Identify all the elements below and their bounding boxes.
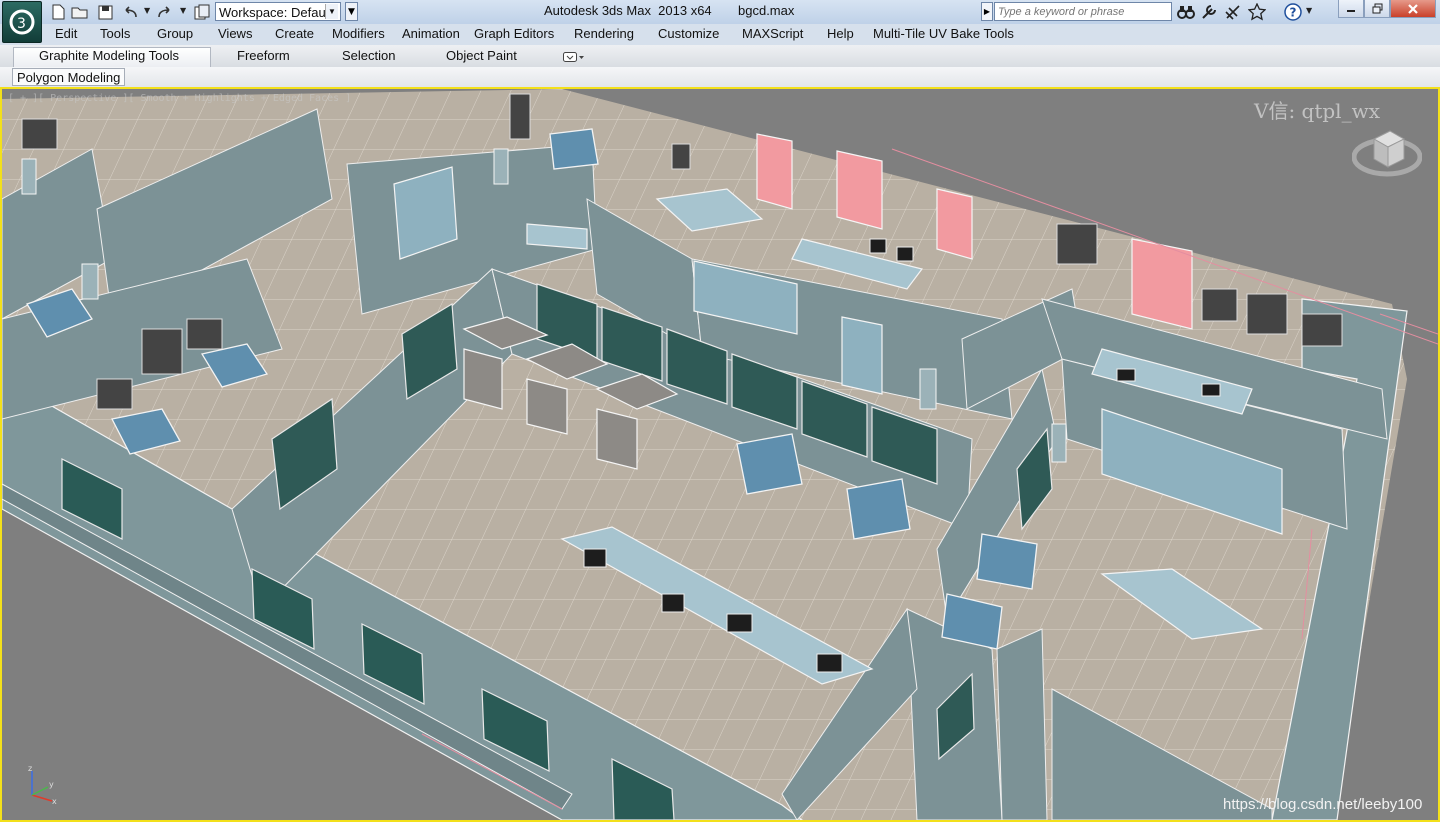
restore-icon[interactable] [1364,0,1390,18]
workspace-select[interactable]: Workspace: Default ▼ [215,2,341,21]
menu-create[interactable]: Create [275,26,314,41]
project-folder-icon[interactable] [192,3,212,21]
menu-views[interactable]: Views [218,26,252,41]
svg-text:?: ? [1290,6,1297,20]
menu-bar: Edit Tools Group Views Create Modifiers … [0,24,1440,46]
title-bar: 3 ▼ ▼ Workspace: Default ▼ ▼ Autodesk 3d… [0,0,1440,43]
ribbon-options-icon[interactable] [563,50,585,63]
minimize-icon[interactable] [1338,0,1364,18]
svg-text:3: 3 [17,16,26,32]
app-logo-icon[interactable]: 3 [2,1,42,43]
tab-freeform[interactable]: Freeform [237,48,290,63]
menu-customize[interactable]: Customize [658,26,719,41]
source-credit: https://blog.csdn.net/leeby100 [1223,796,1423,813]
menu-graph-editors[interactable]: Graph Editors [474,26,554,41]
menu-maxscript[interactable]: MAXScript [742,26,803,41]
ribbon-panel-bar: Polygon Modeling [0,67,1440,88]
scene-wireframe [2,89,1438,820]
close-icon[interactable] [1390,0,1436,18]
file-name: bgcd.max [738,3,795,18]
menu-tools[interactable]: Tools [100,26,130,41]
menu-modifiers[interactable]: Modifiers [332,26,385,41]
menu-help[interactable]: Help [827,26,854,41]
star-icon[interactable] [1248,3,1266,21]
undo-icon[interactable] [120,3,140,21]
open-file-icon[interactable] [70,3,90,21]
redo-icon[interactable] [155,3,175,21]
workspace-label: Workspace: Default [219,5,333,20]
workspace-menu-button[interactable]: ▼ [345,2,358,21]
chevron-down-icon[interactable]: ▼ [325,4,338,19]
tab-graphite-modeling-tools[interactable]: Graphite Modeling Tools [39,48,179,63]
menu-rendering[interactable]: Rendering [574,26,634,41]
help-dropdown-arrow[interactable]: ▼ [1306,6,1312,15]
axis-y-label: y [49,780,54,789]
search-expand-button[interactable]: ▶ [981,2,993,21]
ribbon-tabs: Graphite Modeling Tools Freeform Selecti… [0,45,1440,67]
undo-dropdown-arrow[interactable]: ▼ [144,6,150,15]
axis-x-label: x [52,797,57,805]
tab-object-paint[interactable]: Object Paint [446,48,517,63]
redo-dropdown-arrow[interactable]: ▼ [180,6,186,15]
viewcube-icon[interactable] [1351,119,1423,183]
menu-group[interactable]: Group [157,26,193,41]
save-icon[interactable] [95,3,115,21]
perspective-viewport[interactable]: [ + ][ Perspective ][ Smooth + Highlight… [0,87,1440,822]
menu-animation[interactable]: Animation [402,26,460,41]
axis-z-label: z [28,765,32,773]
satellite-icon[interactable] [1224,3,1242,21]
menu-multi-tile-uv-bake-tools[interactable]: Multi-Tile UV Bake Tools [873,26,1014,41]
help-icon[interactable]: ? [1284,3,1302,21]
search-input[interactable] [994,2,1172,21]
viewport-label[interactable]: [ + ][ Perspective ][ Smooth + Highlight… [8,93,351,104]
app-title: Autodesk 3ds Max 2013 x64 [544,3,712,18]
panel-polygon-modeling[interactable]: Polygon Modeling [12,68,126,86]
tools-icon[interactable] [1200,3,1218,21]
tab-selection[interactable]: Selection [342,48,395,63]
new-file-icon[interactable] [48,3,68,21]
menu-edit[interactable]: Edit [55,26,77,41]
axis-tripod: z y x [22,764,62,809]
binoculars-icon[interactable] [1177,3,1195,21]
